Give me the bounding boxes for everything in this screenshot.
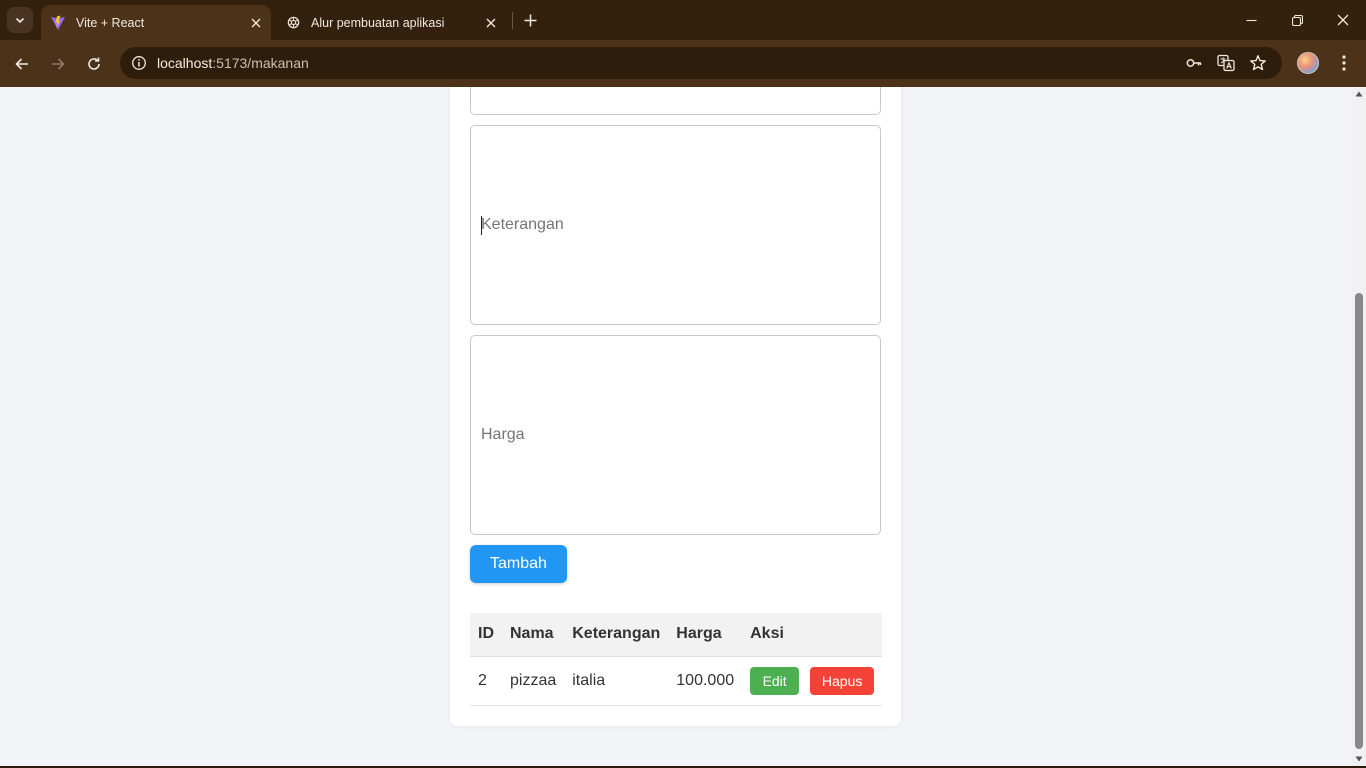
column-header-id: ID	[470, 613, 502, 657]
scrollbar-thumb[interactable]	[1355, 293, 1363, 749]
translate-icon[interactable]	[1214, 51, 1238, 75]
arrow-right-icon	[52, 58, 65, 70]
new-tab-button[interactable]	[518, 8, 542, 32]
close-window-button[interactable]	[1320, 0, 1366, 40]
cell-aksi: Edit Hapus	[742, 656, 883, 706]
nama-input[interactable]	[470, 87, 881, 115]
plus-icon	[524, 14, 536, 26]
url-text[interactable]: localhost:5173/makanan	[157, 55, 309, 71]
minimize-icon	[1246, 19, 1256, 21]
table-row: 2 pizzaa italia 100.000 Edit Hapus	[470, 656, 883, 706]
tab-title: Alur pembuatan aplikasi	[311, 15, 445, 30]
address-bar[interactable]: localhost:5173/makanan	[120, 47, 1282, 79]
browser-toolbar: localhost:5173/makanan	[0, 40, 1366, 87]
column-header-nama: Nama	[502, 613, 565, 657]
browser-menu-button[interactable]	[1333, 52, 1355, 74]
hapus-button[interactable]: Hapus	[810, 666, 875, 695]
close-icon	[1337, 14, 1349, 26]
keterangan-placeholder: Keterangan	[481, 216, 564, 233]
url-path: :5173/makanan	[212, 55, 309, 71]
reload-button[interactable]	[80, 50, 108, 78]
edit-button[interactable]: Edit	[750, 666, 800, 695]
tab-strip: Vite + React Alur pembuatan aplikasi	[0, 0, 1366, 40]
tab-title: Vite + React	[76, 15, 145, 30]
text-caret	[481, 216, 482, 235]
site-info-icon[interactable]	[127, 51, 151, 75]
cell-harga: 100.000	[668, 656, 743, 706]
cell-keterangan: italia	[564, 656, 669, 706]
column-header-aksi: Aksi	[742, 613, 883, 657]
column-header-keterangan: Keterangan	[564, 613, 669, 657]
restore-icon	[1291, 14, 1303, 26]
forward-button[interactable]	[44, 50, 72, 78]
makanan-form-card: Keterangan Harga Tambah ID Nama Keterang…	[450, 87, 901, 726]
key-icon[interactable]	[1182, 51, 1206, 75]
tab-separator	[512, 12, 513, 29]
tab-vite-react[interactable]: Vite + React	[41, 5, 271, 40]
page-viewport: Keterangan Harga Tambah ID Nama Keterang…	[0, 87, 1352, 766]
tambah-button[interactable]: Tambah	[470, 545, 567, 583]
bookmark-star-icon[interactable]	[1246, 51, 1270, 75]
scroll-up-arrow-icon[interactable]	[1355, 90, 1363, 98]
profile-avatar[interactable]	[1297, 52, 1319, 74]
vertical-scrollbar[interactable]	[1352, 87, 1366, 766]
arrow-left-icon	[15, 58, 28, 70]
harga-input[interactable]: Harga	[470, 335, 881, 535]
close-icon[interactable]	[245, 12, 267, 34]
tab-alur-pembuatan[interactable]: Alur pembuatan aplikasi	[276, 5, 506, 40]
more-vertical-icon	[1342, 55, 1346, 71]
keterangan-input[interactable]: Keterangan	[470, 125, 881, 325]
restore-button[interactable]	[1274, 0, 1320, 40]
column-header-harga: Harga	[668, 613, 743, 657]
table-header-row: ID Nama Keterangan Harga Aksi	[470, 613, 883, 657]
makanan-table: ID Nama Keterangan Harga Aksi 2 pizzaa i…	[470, 613, 883, 706]
vite-icon	[49, 14, 67, 32]
openai-icon	[284, 14, 302, 32]
url-host: localhost	[157, 55, 213, 71]
chevron-down-icon	[15, 17, 25, 24]
close-icon[interactable]	[480, 12, 502, 34]
cell-nama: pizzaa	[502, 656, 565, 706]
tab-search-button[interactable]	[7, 7, 33, 33]
scroll-down-arrow-icon[interactable]	[1355, 755, 1363, 763]
reload-icon	[88, 57, 100, 70]
back-button[interactable]	[8, 50, 36, 78]
cell-id: 2	[470, 656, 502, 706]
minimize-button[interactable]	[1228, 0, 1274, 40]
harga-placeholder: Harga	[481, 426, 525, 443]
